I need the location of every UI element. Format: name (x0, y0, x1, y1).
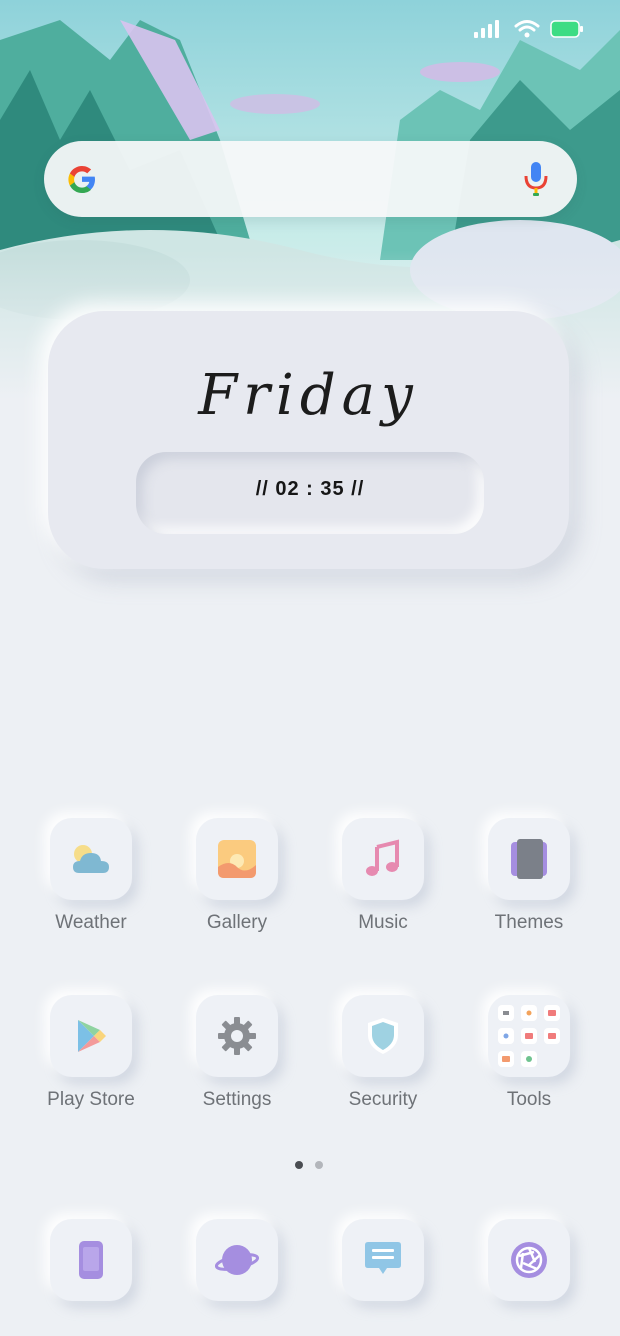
music-icon (366, 839, 399, 876)
app-label: Settings (202, 1089, 272, 1110)
app-label: Weather (55, 912, 127, 933)
app-tools-folder[interactable]: Tools (459, 995, 599, 1111)
dock-messages[interactable] (313, 1219, 453, 1301)
camera-icon (511, 1242, 547, 1278)
play-store-icon (78, 1020, 106, 1052)
play-store-app-tile[interactable] (50, 995, 132, 1077)
signal-icon (474, 20, 499, 38)
app-play-store[interactable]: Play Store (21, 995, 161, 1111)
date-time-widget[interactable]: Friday // 02 : 35 // (48, 311, 569, 569)
settings-app-tile[interactable] (196, 995, 278, 1077)
settings-icon (218, 1017, 256, 1055)
battery-icon (550, 20, 583, 38)
status-bar (474, 14, 584, 44)
time-display-well: // 02 : 35 // (136, 452, 484, 534)
security-app-tile[interactable] (342, 995, 424, 1077)
messages-icon (365, 1242, 401, 1274)
page-dot-active[interactable] (295, 1161, 303, 1169)
weather-icon (73, 845, 109, 873)
page-indicator[interactable] (295, 1161, 323, 1169)
time-label: // 02 : 35 // (255, 478, 365, 500)
dock-browser[interactable] (167, 1219, 307, 1301)
app-label: Gallery (206, 912, 268, 933)
google-search-bar[interactable] (44, 141, 577, 217)
browser-planet-icon (215, 1245, 259, 1275)
themes-app-tile[interactable] (488, 818, 570, 900)
phone-app-tile[interactable] (50, 1219, 132, 1301)
gallery-icon (218, 840, 256, 878)
music-app-tile[interactable] (342, 818, 424, 900)
dock-camera[interactable] (459, 1219, 599, 1301)
weather-app-tile[interactable] (50, 818, 132, 900)
app-label: Security (348, 1089, 418, 1110)
app-music[interactable]: Music (313, 818, 453, 934)
app-gallery[interactable]: Gallery (167, 818, 307, 934)
app-settings[interactable]: Settings (167, 995, 307, 1111)
app-label: Play Store (47, 1089, 135, 1110)
app-label: Music (358, 912, 408, 933)
app-weather[interactable]: Weather (21, 818, 161, 934)
page-dot[interactable] (315, 1161, 323, 1169)
weekday-label: Friday (198, 363, 419, 428)
app-security[interactable]: Security (313, 995, 453, 1111)
google-logo-icon (68, 166, 95, 193)
browser-app-tile[interactable] (196, 1219, 278, 1301)
security-icon (368, 1018, 398, 1054)
tools-folder-icon (498, 1005, 560, 1067)
wifi-icon (514, 20, 540, 38)
tools-folder-tile[interactable] (488, 995, 570, 1077)
app-label: Tools (506, 1089, 552, 1110)
phone-icon (79, 1241, 103, 1279)
app-label: Themes (494, 912, 564, 933)
dock-phone[interactable] (21, 1219, 161, 1301)
camera-app-tile[interactable] (488, 1219, 570, 1301)
microphone-icon[interactable] (523, 159, 549, 197)
app-themes[interactable]: Themes (459, 818, 599, 934)
gallery-app-tile[interactable] (196, 818, 278, 900)
themes-icon (511, 839, 547, 879)
messages-app-tile[interactable] (342, 1219, 424, 1301)
